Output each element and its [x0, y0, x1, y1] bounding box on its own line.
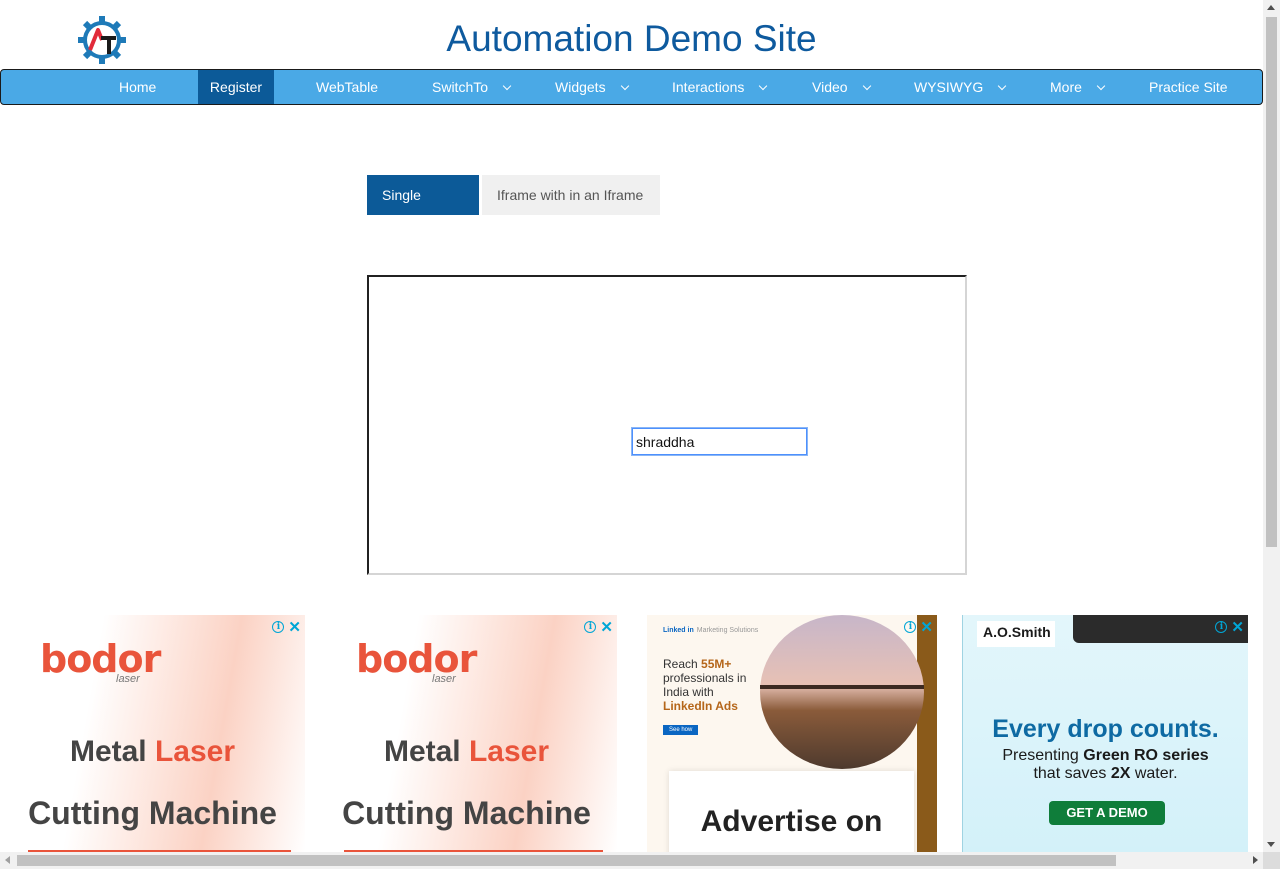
scroll-left-arrow-icon[interactable] — [5, 856, 10, 864]
ad-card-text: Advertise on — [700, 805, 883, 838]
scroll-right-arrow-icon[interactable] — [1253, 856, 1258, 864]
chevron-down-icon — [997, 81, 1007, 91]
nav-more-label: More — [1050, 79, 1082, 95]
chevron-down-icon — [502, 81, 512, 91]
ad-headline-accent: Laser — [468, 735, 550, 768]
nav-home[interactable]: Home — [119, 70, 156, 104]
ad-aosmith[interactable]: i ✕ A.O.Smith Every drop counts. Presenti… — [962, 615, 1248, 852]
bodor-logo: bodor — [356, 637, 477, 681]
info-icon[interactable]: i — [584, 621, 597, 633]
horizontal-scrollbar[interactable] — [0, 852, 1263, 869]
nav-video-label: Video — [812, 79, 848, 95]
get-a-demo-button[interactable]: GET A DEMO — [1049, 801, 1165, 825]
ad-subheadline: Cutting Machine — [342, 795, 591, 831]
ad-linkedin[interactable]: i ✕ Linked in Marketing Solutions Reach 55… — [647, 615, 937, 852]
ad-headline-accent: Laser — [154, 735, 236, 768]
nav-practice-site[interactable]: Practice Site — [1149, 70, 1228, 104]
nav-practice-site-label: Practice Site — [1149, 79, 1228, 95]
ad-headline: Metal Laser — [316, 735, 617, 769]
nav-webtable[interactable]: WebTable — [316, 70, 378, 104]
main-navbar: Home Register WebTable SwitchTo Widgets … — [0, 69, 1263, 105]
info-icon[interactable]: i — [904, 621, 917, 633]
chevron-down-icon — [620, 81, 629, 91]
nav-more[interactable]: More — [1050, 70, 1106, 104]
chevron-down-icon — [759, 81, 768, 91]
bridge-shape — [760, 685, 924, 689]
ad-body-rest: professionals in India with — [663, 671, 747, 699]
nav-switchto[interactable]: SwitchTo — [432, 70, 512, 104]
ad-body-part: Reach — [663, 657, 702, 671]
nav-register-label: Register — [209, 79, 263, 95]
ad-subheadline: Cutting Machine — [28, 795, 277, 831]
ad-choices[interactable]: i ✕ — [904, 618, 933, 636]
ad-body-number: 55M+ — [701, 657, 732, 671]
see-how-button[interactable]: See how — [663, 725, 699, 735]
ad-sub-part: water. — [1130, 765, 1178, 782]
ad-body-bold: LinkedIn Ads — [663, 699, 738, 713]
nav-wysiwyg-label: WYSIWYG — [914, 79, 984, 95]
nav-widgets-label: Widgets — [555, 79, 606, 95]
iframe-text-input[interactable] — [632, 428, 807, 455]
ad-bridge-photo — [760, 615, 924, 769]
nav-wysiwyg[interactable]: WYSIWYG — [914, 70, 1007, 104]
horizontal-scroll-thumb[interactable] — [17, 855, 1116, 866]
single-iframe — [367, 275, 967, 575]
nav-register[interactable]: Register — [198, 70, 274, 104]
ad-headline: Every drop counts. — [992, 715, 1219, 743]
tab-single-iframe[interactable]: Single Iframe — [367, 175, 479, 243]
nav-video[interactable]: Video — [812, 70, 871, 104]
close-icon[interactable]: ✕ — [920, 618, 933, 636]
ad-choices[interactable]: i ✕ — [584, 618, 613, 636]
bodor-logo-sub: laser — [116, 673, 140, 685]
nav-switchto-label: SwitchTo — [432, 79, 489, 95]
vertical-scrollbar[interactable] — [1263, 0, 1280, 852]
ad-headline-part: Metal — [69, 735, 155, 768]
ad-sub-bold: 2X — [1110, 765, 1131, 782]
ad-sub-bold: Green RO series — [1083, 747, 1209, 764]
nav-home-label: Home — [119, 79, 157, 95]
ad-sub-part: that saves — [1033, 765, 1111, 782]
ad-choices[interactable]: i ✕ — [1215, 618, 1244, 636]
nav-webtable-label: WebTable — [316, 79, 379, 95]
linkedin-logo: Linked in Marketing Solutions — [663, 627, 758, 634]
tab-iframe-in-iframe[interactable]: Iframe with in an Iframe — [482, 175, 660, 215]
linkedin-logo-sub: Marketing Solutions — [696, 627, 759, 634]
ad-side-strip — [917, 615, 937, 852]
ad-card: Advertise on — [669, 771, 914, 852]
info-icon[interactable]: i — [1215, 621, 1228, 633]
close-icon[interactable]: ✕ — [600, 618, 613, 636]
close-icon[interactable]: ✕ — [1231, 618, 1244, 636]
page: Automation Demo Site Home Register WebTa… — [0, 0, 1280, 869]
scrollbar-corner — [1263, 852, 1280, 869]
info-icon[interactable]: i — [272, 621, 285, 633]
ad-headline: Metal Laser — [0, 735, 305, 769]
linkedin-logo-text: Linked in — [663, 627, 694, 634]
ad-sub-part: Presenting — [1002, 747, 1084, 764]
ad-bodor-2[interactable]: i ✕ bodor laser Metal Laser Cutting Machi… — [316, 615, 617, 852]
chevron-down-icon — [862, 81, 871, 91]
vertical-scroll-thumb[interactable] — [1266, 17, 1277, 547]
nav-widgets[interactable]: Widgets — [555, 70, 629, 104]
close-icon[interactable]: ✕ — [288, 618, 301, 636]
nav-interactions[interactable]: Interactions — [672, 70, 768, 104]
nav-interactions-label: Interactions — [672, 79, 745, 95]
ad-headline-part: Metal — [383, 735, 469, 768]
bodor-logo-sub: laser — [432, 673, 456, 685]
bodor-logo: bodor — [40, 637, 161, 681]
aosmith-logo: A.O.Smith — [977, 621, 1055, 647]
scroll-down-arrow-icon[interactable] — [1267, 842, 1275, 847]
site-title: Automation Demo Site — [446, 18, 817, 59]
ad-bodor-1[interactable]: i ✕ bodor laser Metal Laser Cutting Machi… — [0, 615, 305, 852]
ad-body-text: Reach 55M+ professionals in India with L… — [663, 657, 763, 713]
ad-choices[interactable]: i ✕ — [272, 618, 301, 636]
scroll-up-arrow-icon[interactable] — [1267, 5, 1275, 10]
ad-subheadline: Presenting Green RO series that saves 2X… — [963, 747, 1248, 783]
chevron-down-icon — [1096, 81, 1106, 91]
